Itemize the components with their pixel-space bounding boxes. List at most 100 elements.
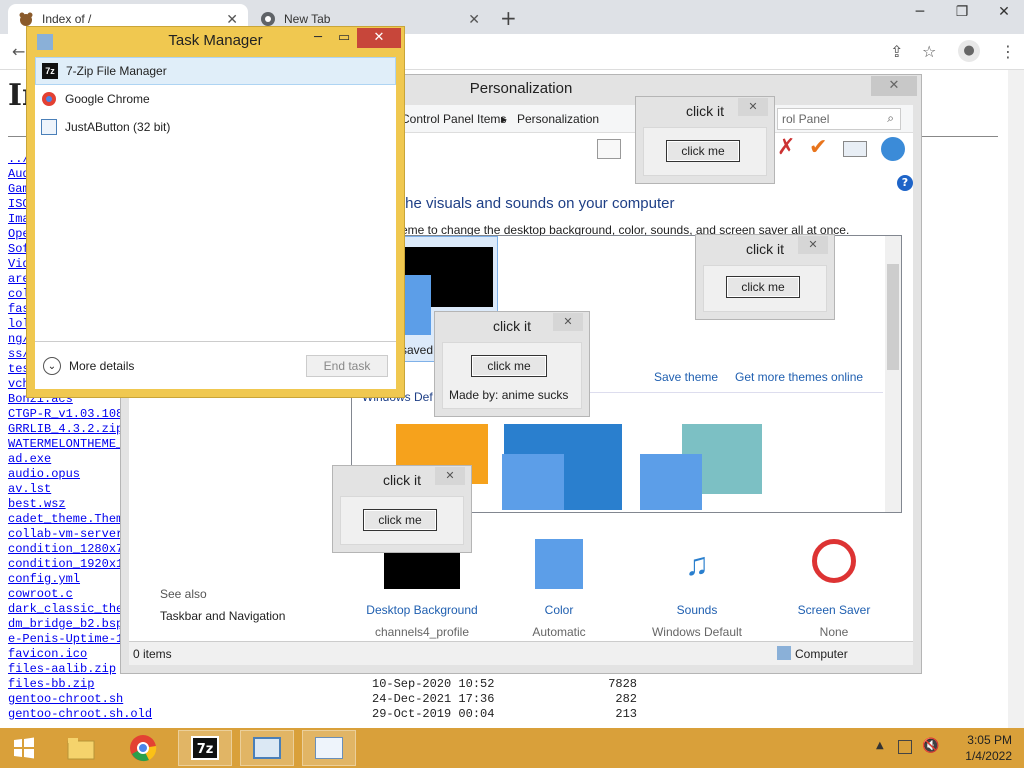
close-button[interactable]: ✕ (984, 0, 1024, 24)
network-icon[interactable] (898, 740, 912, 754)
folder-bear-icon (18, 11, 34, 27)
tab-close-icon[interactable]: ✕ (226, 11, 238, 28)
minimize-button[interactable]: ─ (900, 0, 940, 24)
task-manager-body: 7z 7-Zip File Manager Google Chrome Just… (35, 57, 396, 389)
screen-saver-item[interactable]: Screen Saver None (774, 539, 894, 639)
volume-muted-icon[interactable]: 🔇 (922, 738, 939, 754)
file-link[interactable]: dark_classic_the (8, 602, 122, 617)
file-link[interactable]: condition_1920x1 (8, 557, 122, 572)
close-icon[interactable]: ✕ (553, 313, 583, 331)
file-link[interactable]: files-bb.zip (8, 677, 372, 692)
7zip-taskbar-button[interactable]: 7z (178, 730, 232, 766)
close-icon[interactable]: ✕ (435, 467, 465, 485)
status-bar: 0 items Computer (129, 641, 913, 665)
close-button[interactable]: ✕ (871, 76, 917, 96)
file-link[interactable]: config.yml (8, 572, 122, 587)
get-more-themes-link[interactable]: Get more themes online (735, 370, 863, 384)
scrollbar-thumb[interactable] (887, 264, 899, 370)
file-link[interactable]: favicon.ico (8, 647, 122, 662)
click-me-button[interactable]: click me (363, 509, 437, 531)
file-link[interactable]: best.wsz (8, 497, 122, 512)
desktop-background-item[interactable]: Desktop Background channels4_profile (362, 539, 482, 639)
search-placeholder: rol Panel (782, 112, 830, 126)
chrome-taskbar-button[interactable] (116, 730, 170, 766)
breadcrumb-personalization[interactable]: Personalization (517, 112, 599, 126)
file-link[interactable]: condition_1280x7 (8, 542, 122, 557)
end-task-button[interactable]: End task (306, 355, 388, 377)
file-link[interactable]: CTGP-R_v1.03.108 (8, 407, 122, 422)
orange-check-icon[interactable]: ✔ (809, 135, 827, 160)
more-details-label: More details (69, 359, 135, 373)
app-name: Google Chrome (65, 92, 150, 106)
red-x-icon[interactable]: ✗ (777, 135, 795, 160)
globe-icon[interactable] (881, 137, 905, 161)
bookmark-star-icon[interactable]: ☆ (922, 42, 936, 61)
file-explorer-button[interactable] (54, 730, 108, 766)
profile-avatar-icon[interactable]: ● (958, 40, 980, 62)
task-manager-icon (315, 737, 343, 759)
save-theme-link[interactable]: Save theme (654, 370, 718, 384)
card-icon[interactable] (843, 141, 867, 157)
close-icon[interactable]: ✕ (798, 236, 828, 254)
file-link[interactable]: av.lst (8, 482, 122, 497)
table-row: gentoo-chroot.sh 24-Dec-2021 17:36 282 (8, 692, 637, 707)
taskbar-navigation-link[interactable]: Taskbar and Navigation (160, 609, 285, 623)
back-arrow-icon[interactable]: ← (12, 42, 25, 61)
click-it-dialog: click it ✕ click me Made by: anime sucks (434, 311, 590, 417)
file-link[interactable]: e-Penis-Uptime-1 (8, 632, 122, 647)
file-link[interactable]: collab-vm-server (8, 527, 122, 542)
file-table: files-bb.zip 10-Sep-2020 10:52 7828 gentoo-… (8, 677, 637, 722)
app-row[interactable]: JustAButton (32 bit) (35, 113, 396, 141)
help-icon[interactable]: ? (897, 175, 913, 191)
new-tab-button[interactable]: + (500, 6, 517, 30)
close-button[interactable]: ✕ (357, 28, 401, 48)
minimize-button[interactable]: ─ (305, 28, 331, 48)
made-by-label: Made by: anime sucks (449, 388, 569, 402)
share-icon[interactable]: ⇪ (890, 42, 903, 61)
breadcrumb-control-panel-items[interactable]: Control Panel Items (401, 112, 506, 126)
dialog-body: click me Made by: anime sucks (442, 342, 582, 409)
app-row[interactable]: 7z 7-Zip File Manager (35, 57, 396, 85)
tab-label: New Tab (284, 12, 331, 26)
close-icon[interactable]: ✕ (738, 98, 768, 116)
app-row[interactable]: Google Chrome (35, 85, 396, 113)
restore-button[interactable]: ❐ (942, 0, 982, 24)
computer-icon (777, 646, 791, 660)
tab-close-icon[interactable]: ✕ (468, 11, 480, 28)
file-link[interactable]: gentoo-chroot.sh (8, 692, 372, 707)
menu-dots-icon[interactable]: ⋮ (1000, 42, 1016, 61)
more-details-toggle[interactable]: ⌄ More details (43, 357, 134, 375)
justabutton-taskbar-button[interactable] (240, 730, 294, 766)
windows-logo-icon (14, 737, 34, 759)
layout-icon[interactable] (597, 139, 621, 159)
file-link[interactable]: WATERMELONTHEME_ (8, 437, 122, 452)
color-item[interactable]: Color Automatic (499, 539, 619, 639)
search-input[interactable]: rol Panel ⌕ (777, 108, 901, 130)
file-link[interactable]: gentoo-chroot.sh.old (8, 707, 372, 722)
folder-icon (67, 738, 95, 760)
click-it-dialog: click it ✕ click me (332, 465, 472, 553)
page-heading: the visuals and sounds on your computer (401, 195, 675, 212)
chevron-down-icon: ⌄ (43, 357, 61, 375)
themes-scrollbar[interactable] (885, 236, 901, 512)
table-row: gentoo-chroot.sh.old 29-Oct-2019 00:04 213 (8, 707, 637, 722)
sounds-item[interactable]: ♫ Sounds Windows Default (637, 539, 757, 639)
click-me-button[interactable]: click me (726, 276, 800, 298)
file-link[interactable]: audio.opus (8, 467, 122, 482)
tray-arrow-icon[interactable]: ▲ (876, 740, 884, 751)
file-link[interactable]: cowroot.c (8, 587, 122, 602)
file-link[interactable]: cadet_theme.Them (8, 512, 122, 527)
task-manager-taskbar-button[interactable] (302, 730, 356, 766)
file-link[interactable]: ad.exe (8, 452, 122, 467)
click-me-button[interactable]: click me (471, 355, 547, 377)
file-link[interactable]: GRRLIB_4.3.2.zip (8, 422, 122, 437)
page-scrollbar[interactable] (1008, 70, 1024, 728)
start-button[interactable] (0, 730, 48, 766)
file-link[interactable]: files-aalib.zip (8, 662, 122, 677)
task-manager-window: Task Manager ─ ▭ ✕ 7z 7-Zip File Manager… (26, 26, 405, 398)
click-me-button[interactable]: click me (666, 140, 740, 162)
file-link[interactable]: dm_bridge_b2.bsp (8, 617, 122, 632)
maximize-button[interactable]: ▭ (331, 28, 357, 48)
system-clock[interactable]: 3:05 PM 1/4/2022 (965, 732, 1012, 764)
file-date: 29-Oct-2019 00:04 (372, 707, 495, 721)
